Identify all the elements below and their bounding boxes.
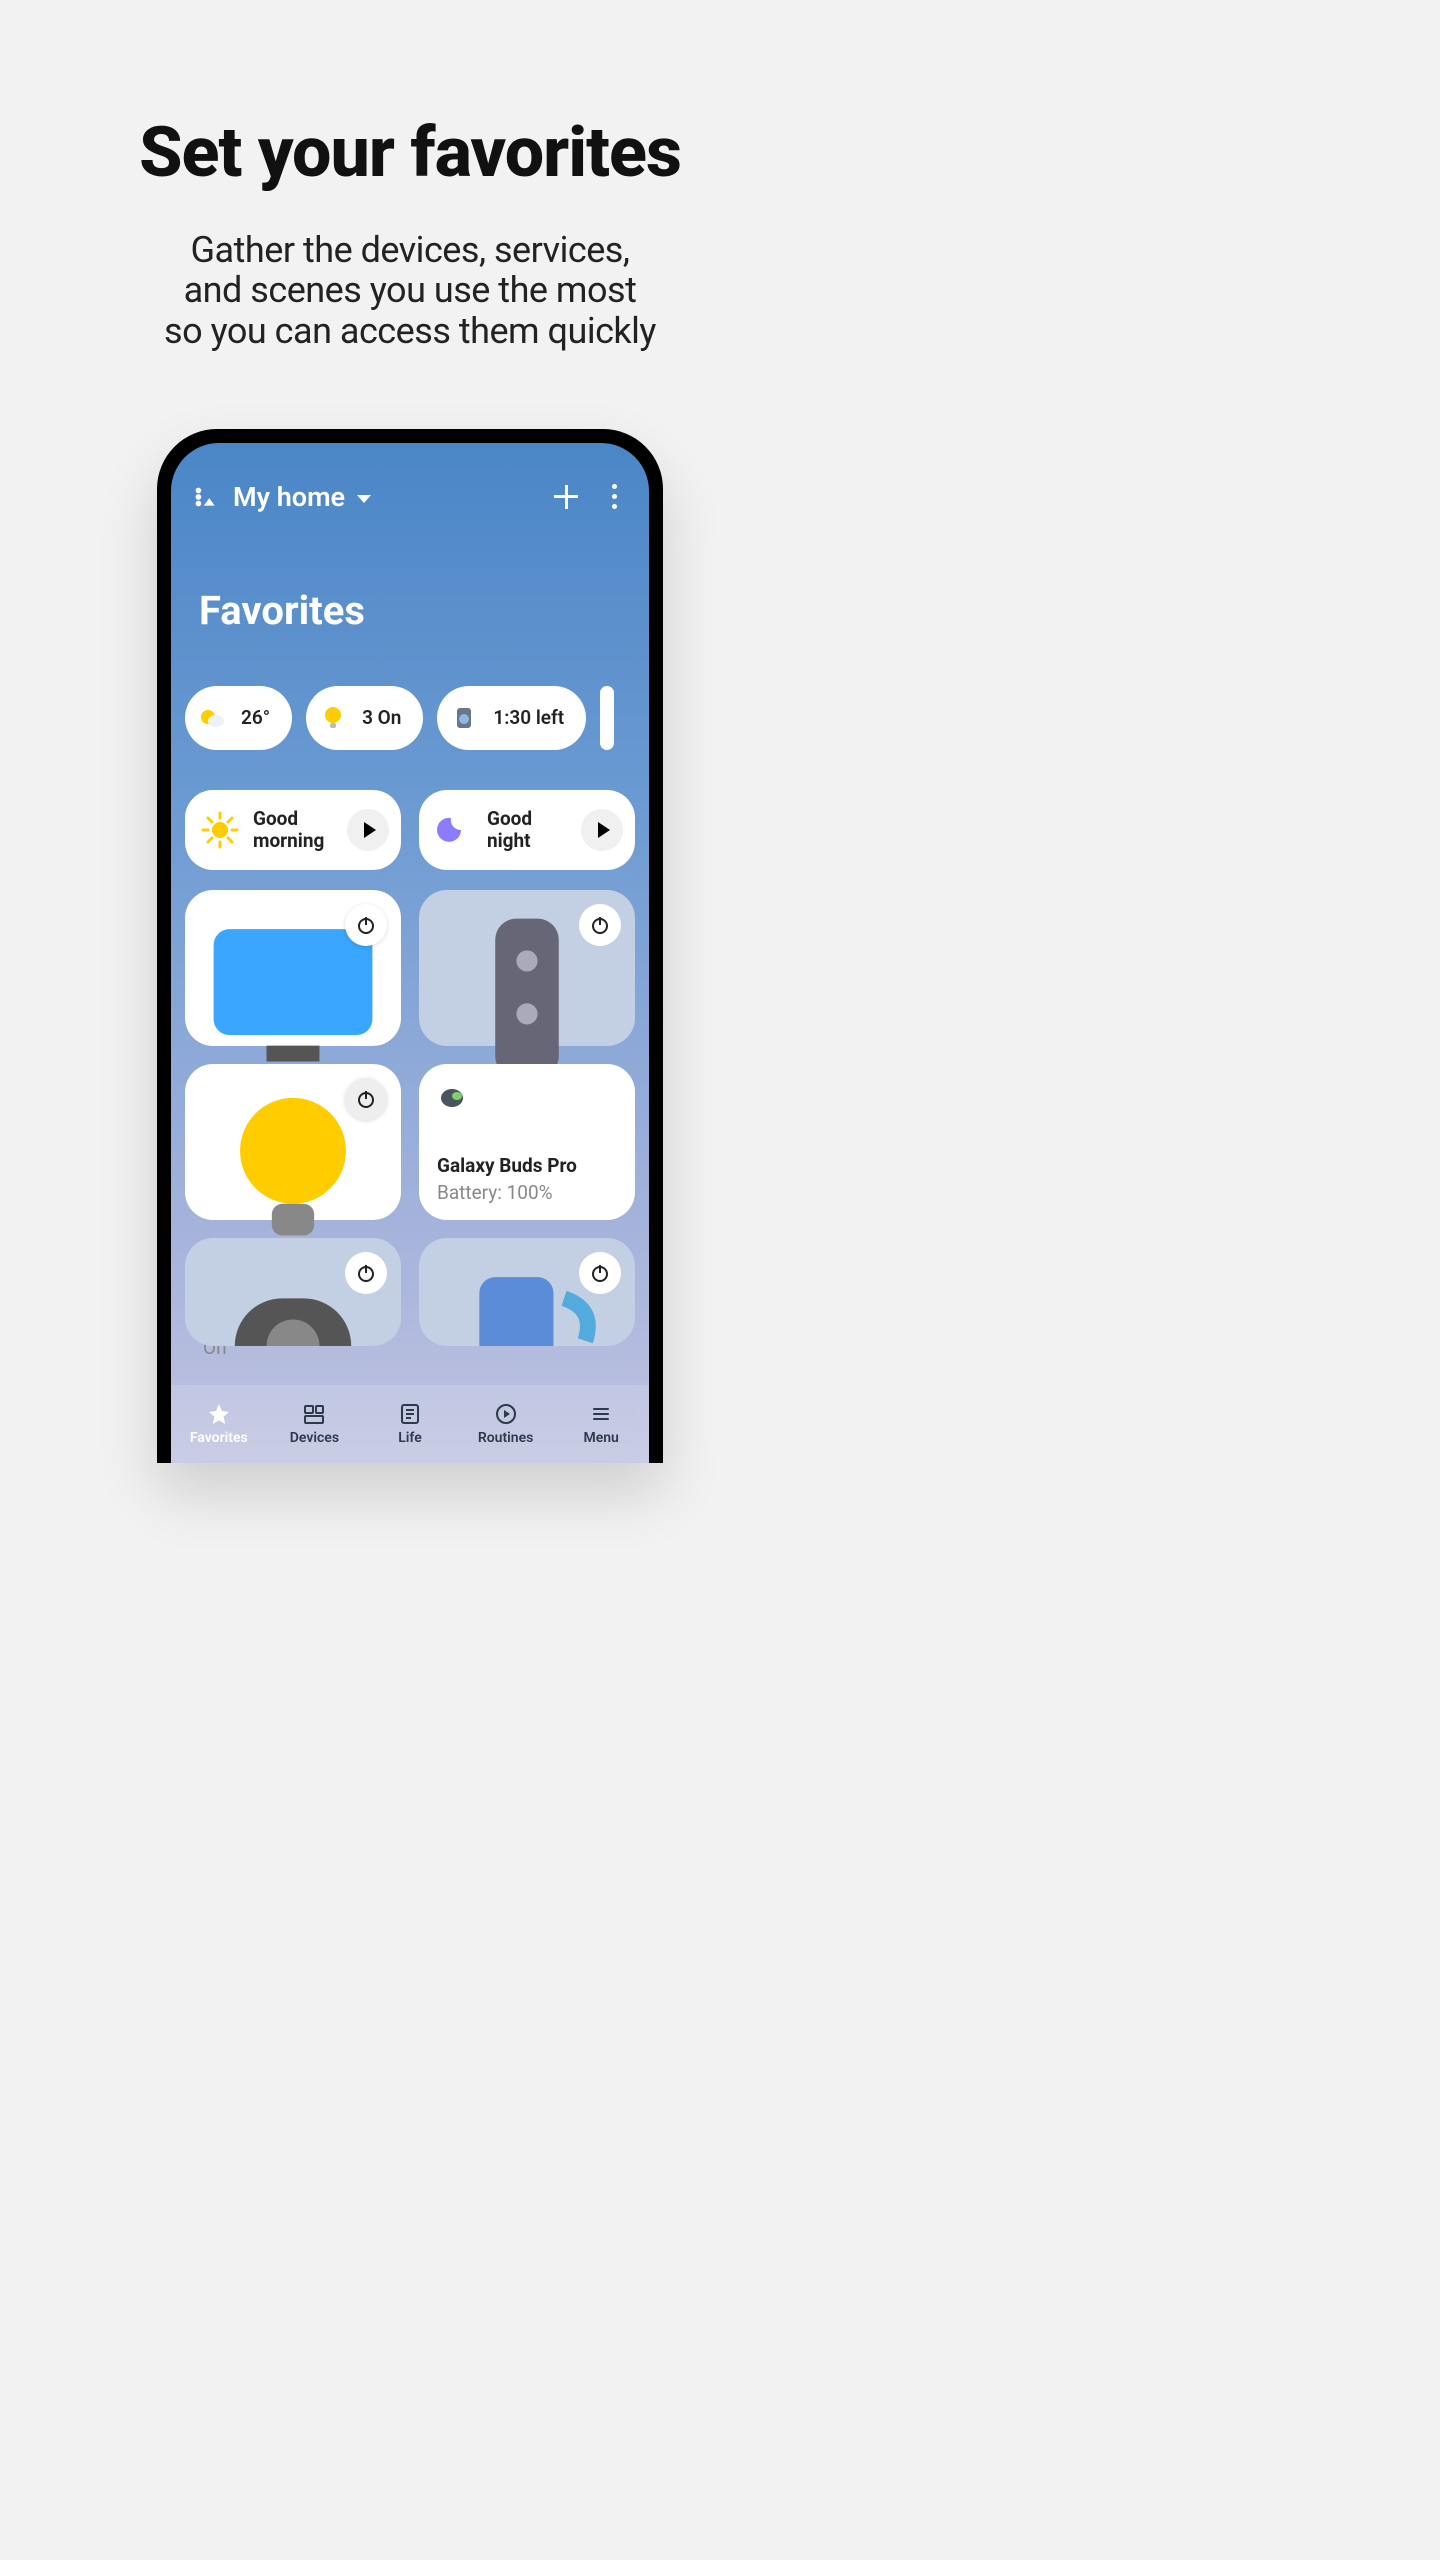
washer-pill[interactable]: 1:30 left [437,686,586,750]
power-button[interactable] [345,904,387,946]
nav-label: Favorites [190,1430,248,1446]
scene-good-morning[interactable]: Goodmorning [185,790,401,870]
nav-label: Menu [583,1430,618,1446]
weather-value: 26° [241,706,270,729]
device-state: Battery: 100% [437,1181,617,1204]
scene-label: Goodmorning [253,808,347,852]
washer-value: 1:30 left [493,706,564,729]
bulb-icon [318,703,348,733]
status-pill-row: 26° 3 On 1:30 left [171,634,649,750]
nav-label: Life [398,1430,422,1446]
device-card-ac[interactable]: Living room Air conditioner Off [419,890,635,1046]
weather-icon [197,703,227,733]
earbuds-icon [437,1082,471,1116]
sun-icon [201,811,239,849]
more-menu-button[interactable] [601,484,627,510]
nav-devices[interactable]: Devices [267,1385,363,1463]
device-card-purifier[interactable]: Bedroom Air purifier [419,1238,635,1346]
play-scene-button[interactable] [347,809,389,851]
device-card-buds[interactable]: Galaxy Buds Pro Battery: 100% [419,1064,635,1220]
devices-icon [302,1402,326,1426]
power-button[interactable] [345,1078,387,1120]
smartthings-icon [193,484,219,510]
nav-menu[interactable]: Menu [553,1385,649,1463]
phone-screen: My home Favorites 26° 3 On [171,443,649,1463]
star-icon [207,1402,231,1426]
device-card-light[interactable]: Living room Light On [185,1064,401,1220]
moon-icon [435,811,473,849]
section-title: Favorites [171,513,649,634]
device-card-tv[interactable]: Living room TV On [185,890,401,1046]
nav-label: Devices [290,1430,339,1446]
life-icon [398,1402,422,1426]
scene-good-night[interactable]: Goodnight [419,790,635,870]
routines-icon [494,1402,518,1426]
home-selector[interactable]: My home [233,481,345,513]
menu-icon [589,1402,613,1426]
nav-label: Routines [478,1430,534,1446]
device-card-range[interactable]: Kitchen Range [185,1238,401,1346]
play-scene-button[interactable] [581,809,623,851]
add-button[interactable] [553,484,579,510]
phone-frame: My home Favorites 26° 3 On [157,429,663,1463]
promo-subtitle: Gather the devices, services, and scenes… [0,230,820,351]
promo-title: Set your favorites [0,112,820,194]
lights-pill[interactable]: 3 On [306,686,423,750]
nav-routines[interactable]: Routines [458,1385,554,1463]
lights-value: 3 On [362,706,401,729]
nav-life[interactable]: Life [362,1385,458,1463]
pill-peek[interactable] [600,686,614,750]
washer-icon [449,703,479,733]
power-button[interactable] [579,904,621,946]
scene-label: Goodnight [487,808,581,852]
weather-pill[interactable]: 26° [185,686,292,750]
device-name: Galaxy Buds Pro [437,1154,617,1177]
chevron-down-icon[interactable] [357,495,371,503]
power-button[interactable] [579,1252,621,1294]
nav-favorites[interactable]: Favorites [171,1385,267,1463]
power-button[interactable] [345,1252,387,1294]
bottom-nav: Favorites Devices Life Routines [171,1385,649,1463]
